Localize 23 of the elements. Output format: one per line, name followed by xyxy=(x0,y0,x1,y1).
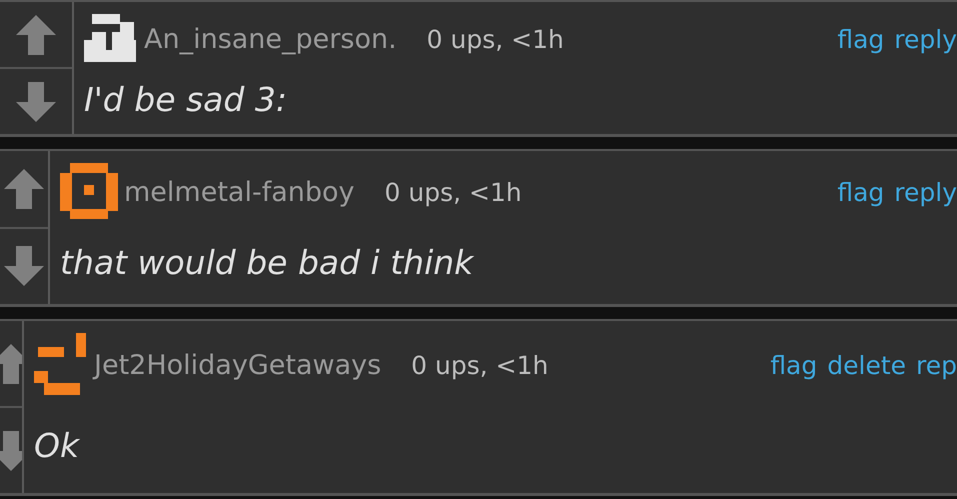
comment-text: that would be bad i think xyxy=(60,243,474,282)
action-link[interactable]: delete xyxy=(827,350,906,380)
comment-text: I'd be sad 3: xyxy=(84,80,287,118)
avatar-icon xyxy=(60,163,118,221)
downvote-icon[interactable] xyxy=(14,80,58,124)
downvote-icon[interactable] xyxy=(2,244,46,288)
vote-count: 0 ups, <1h xyxy=(426,24,564,54)
action-link[interactable]: reply xyxy=(894,178,957,206)
avatar-icon xyxy=(84,14,138,64)
upvote-icon[interactable] xyxy=(14,12,58,56)
action-link[interactable]: rep xyxy=(916,350,957,380)
vote-count: 0 ups, <1h xyxy=(411,350,548,380)
username[interactable]: Jet2HolidayGetaways xyxy=(94,350,382,380)
vote-count: 0 ups, <1h xyxy=(384,178,522,206)
action-link[interactable]: reply xyxy=(894,24,957,54)
avatar-icon xyxy=(34,333,88,397)
comment-text: Ok xyxy=(34,426,80,464)
action-link[interactable]: flag xyxy=(837,178,884,206)
username[interactable]: An_insane_person. xyxy=(144,24,397,54)
action-link[interactable]: flag xyxy=(770,350,818,380)
upvote-icon[interactable] xyxy=(2,166,46,211)
username[interactable]: melmetal-fanboy xyxy=(124,176,355,208)
action-link[interactable]: flag xyxy=(837,24,884,54)
